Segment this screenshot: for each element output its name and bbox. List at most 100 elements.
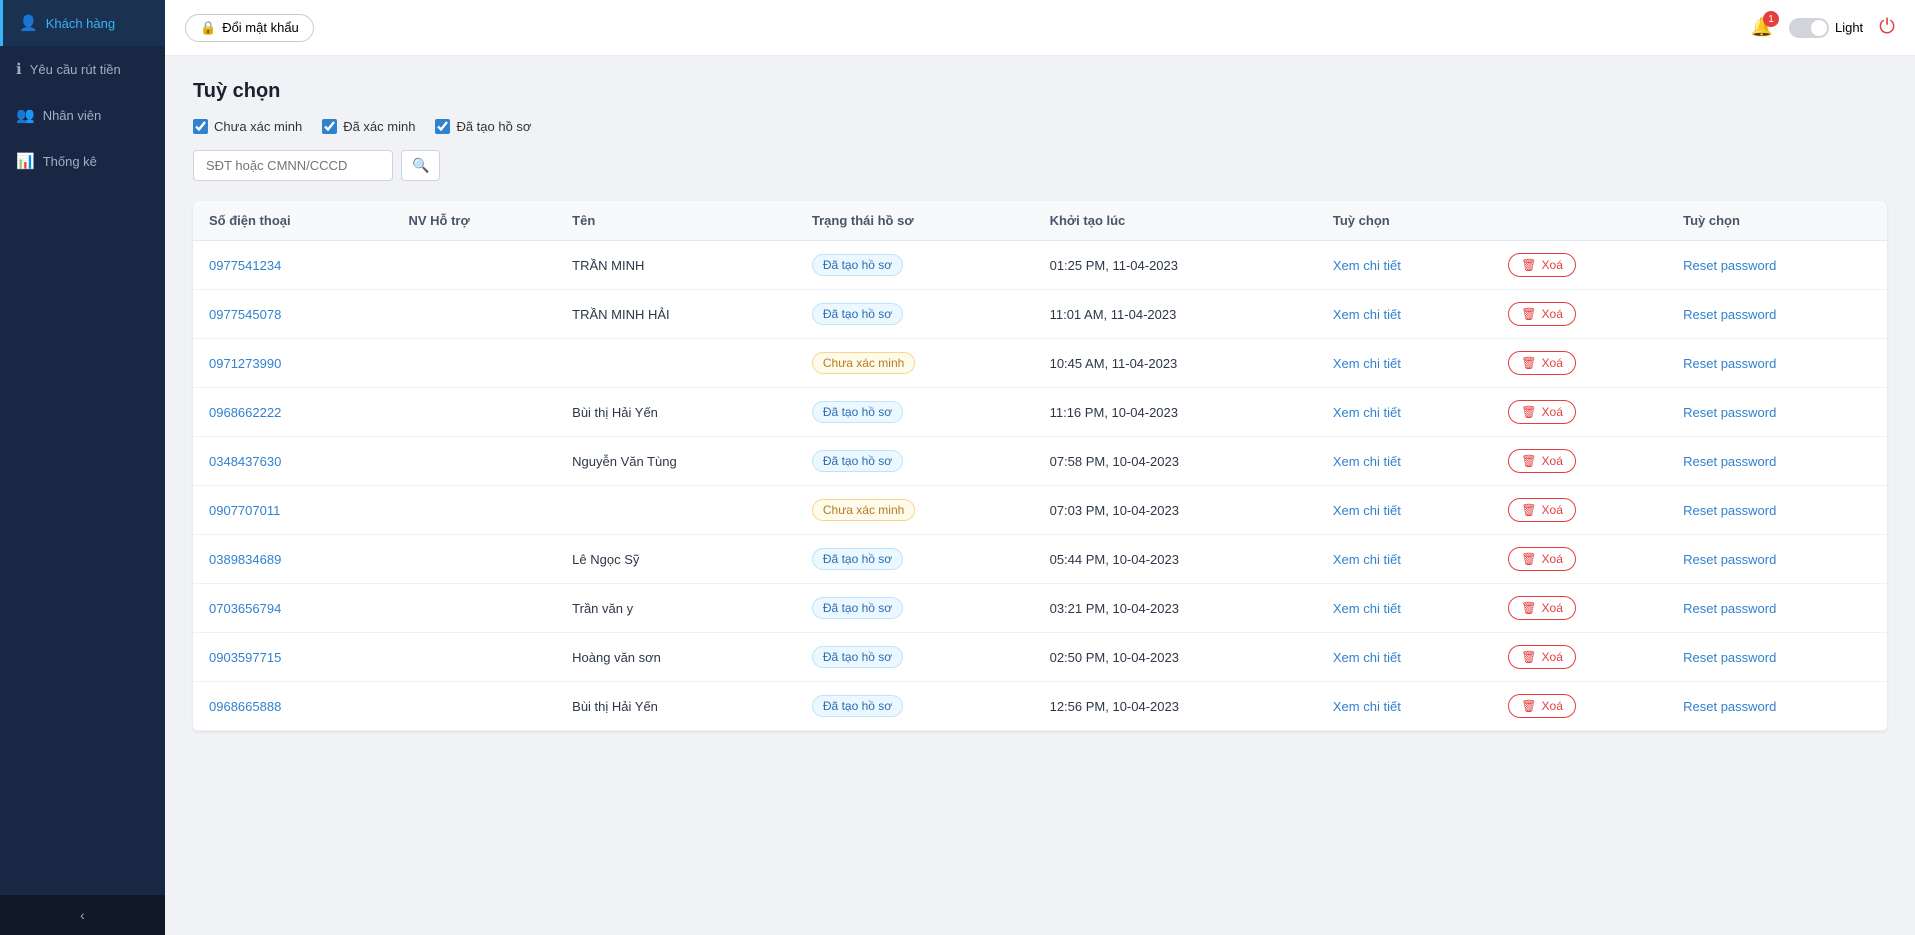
sidebar-item-thong-ke[interactable]: 📊 Thống kê (0, 138, 165, 184)
toggle-switch[interactable] (1789, 18, 1829, 38)
reset-password-link[interactable]: Reset password (1683, 552, 1776, 567)
view-detail-link[interactable]: Xem chi tiết (1333, 356, 1401, 371)
delete-cell: 🗑 Xoá (1492, 535, 1667, 584)
reset-pw-cell: Reset password (1667, 241, 1887, 290)
phone-link[interactable]: 0968665888 (209, 699, 281, 714)
view-detail-link[interactable]: Xem chi tiết (1333, 650, 1401, 665)
time-cell: 01:25 PM, 11-04-2023 (1034, 241, 1317, 290)
reset-password-link[interactable]: Reset password (1683, 454, 1776, 469)
delete-label: Xoá (1542, 307, 1563, 321)
view-detail-link[interactable]: Xem chi tiết (1333, 699, 1401, 714)
phone-link[interactable]: 0389834689 (209, 552, 281, 567)
reset-password-link[interactable]: Reset password (1683, 307, 1776, 322)
reset-password-link[interactable]: Reset password (1683, 356, 1776, 371)
reset-password-link[interactable]: Reset password (1683, 503, 1776, 518)
delete-button[interactable]: 🗑 Xoá (1508, 449, 1576, 473)
view-detail-link[interactable]: Xem chi tiết (1333, 307, 1401, 322)
phone-cell: 0971273990 (193, 339, 392, 388)
sidebar-collapse-btn[interactable]: ‹ (0, 895, 165, 935)
reset-password-link[interactable]: Reset password (1683, 699, 1776, 714)
view-detail-link[interactable]: Xem chi tiết (1333, 552, 1401, 567)
sidebar-icon-nhan-vien: 👥 (16, 106, 35, 124)
status-badge: Đã tạo hồ sơ (812, 401, 903, 423)
delete-button[interactable]: 🗑 Xoá (1508, 547, 1576, 571)
delete-cell: 🗑 Xoá (1492, 241, 1667, 290)
view-detail-link[interactable]: Xem chi tiết (1333, 454, 1401, 469)
delete-button[interactable]: 🗑 Xoá (1508, 351, 1576, 375)
sidebar-icon-thong-ke: 📊 (16, 152, 35, 170)
phone-link[interactable]: 0348437630 (209, 454, 281, 469)
search-icon: 🔍 (412, 157, 429, 173)
sidebar-item-khach-hang[interactable]: 👤 Khách hàng (0, 0, 165, 46)
filter-label-da-xac-minh: Đã xác minh (343, 119, 415, 134)
phone-link[interactable]: 0968662222 (209, 405, 281, 420)
trash-icon: 🗑 (1521, 356, 1536, 370)
status-cell: Đã tạo hồ sơ (796, 437, 1034, 486)
phone-link[interactable]: 0907707011 (209, 503, 280, 518)
topbar: 🔒 Đổi mật khẩu 🔔 1 Light ⏻ (165, 0, 1915, 56)
phone-link[interactable]: 0903597715 (209, 650, 281, 665)
delete-button[interactable]: 🗑 Xoá (1508, 596, 1576, 620)
change-pw-label: Đổi mật khẩu (222, 20, 299, 35)
name-cell: TRẦN MINH HẢI (556, 290, 796, 339)
delete-button[interactable]: 🗑 Xoá (1508, 498, 1576, 522)
filter-checkbox-da-xac-minh[interactable] (322, 119, 337, 134)
phone-cell: 0968665888 (193, 682, 392, 731)
power-icon: ⏻ (1879, 16, 1895, 38)
table-header-cell: Tuỳ chọn (1317, 201, 1492, 241)
view-detail-link[interactable]: Xem chi tiết (1333, 258, 1401, 273)
search-button[interactable]: 🔍 (401, 150, 440, 181)
view-detail-cell: Xem chi tiết (1317, 486, 1492, 535)
reset-password-link[interactable]: Reset password (1683, 258, 1776, 273)
table-row: 0977545078 TRẦN MINH HẢI Đã tạo hồ sơ 11… (193, 290, 1887, 339)
table-row: 0389834689 Lê Ngọc Sỹ Đã tạo hồ sơ 05:44… (193, 535, 1887, 584)
page-content: Tuỳ chọn Chưa xác minh Đã xác minh Đã tạ… (165, 56, 1915, 935)
reset-password-link[interactable]: Reset password (1683, 405, 1776, 420)
status-badge: Đã tạo hồ sơ (812, 646, 903, 668)
delete-button[interactable]: 🗑 Xoá (1508, 400, 1576, 424)
reset-pw-cell: Reset password (1667, 437, 1887, 486)
delete-cell: 🗑 Xoá (1492, 339, 1667, 388)
sidebar-item-nhan-vien[interactable]: 👥 Nhân viên (0, 92, 165, 138)
change-password-button[interactable]: 🔒 Đổi mật khẩu (185, 14, 314, 42)
view-detail-link[interactable]: Xem chi tiết (1333, 601, 1401, 616)
delete-button[interactable]: 🗑 Xoá (1508, 694, 1576, 718)
filter-checkbox-da-tao-ho-so[interactable] (435, 119, 450, 134)
phone-link[interactable]: 0703656794 (209, 601, 281, 616)
table-row: 0977541234 TRẦN MINH Đã tạo hồ sơ 01:25 … (193, 241, 1887, 290)
view-detail-cell: Xem chi tiết (1317, 241, 1492, 290)
notification-button[interactable]: 🔔 1 (1751, 17, 1773, 38)
phone-link[interactable]: 0977541234 (209, 258, 281, 273)
table-row: 0348437630 Nguyễn Văn Tùng Đã tạo hồ sơ … (193, 437, 1887, 486)
view-detail-cell: Xem chi tiết (1317, 584, 1492, 633)
view-detail-link[interactable]: Xem chi tiết (1333, 503, 1401, 518)
name-cell (556, 339, 796, 388)
delete-label: Xoá (1542, 601, 1563, 615)
phone-link[interactable]: 0971273990 (209, 356, 281, 371)
reset-password-link[interactable]: Reset password (1683, 601, 1776, 616)
main-content: 🔒 Đổi mật khẩu 🔔 1 Light ⏻ Tuỳ chọn Chưa… (165, 0, 1915, 935)
delete-button[interactable]: 🗑 Xoá (1508, 302, 1576, 326)
name-cell: Bùi thị Hải Yến (556, 388, 796, 437)
theme-toggle[interactable]: Light (1789, 18, 1863, 38)
filter-checkbox-chua-xac-minh[interactable] (193, 119, 208, 134)
table-row: 0903597715 Hoàng văn sơn Đã tạo hồ sơ 02… (193, 633, 1887, 682)
view-detail-link[interactable]: Xem chi tiết (1333, 405, 1401, 420)
phone-cell: 0389834689 (193, 535, 392, 584)
phone-link[interactable]: 0977545078 (209, 307, 281, 322)
filter-da-tao-ho-so[interactable]: Đã tạo hồ sơ (435, 119, 531, 134)
delete-button[interactable]: 🗑 Xoá (1508, 253, 1576, 277)
lock-icon: 🔒 (200, 20, 216, 36)
delete-button[interactable]: 🗑 Xoá (1508, 645, 1576, 669)
filter-da-xac-minh[interactable]: Đã xác minh (322, 119, 415, 134)
reset-password-link[interactable]: Reset password (1683, 650, 1776, 665)
filter-chua-xac-minh[interactable]: Chưa xác minh (193, 119, 302, 134)
power-button[interactable]: ⏻ (1879, 16, 1895, 39)
sidebar-item-yeu-cau-rut-tien[interactable]: ℹ Yêu cầu rút tiền (0, 46, 165, 92)
status-badge: Đã tạo hồ sơ (812, 597, 903, 619)
table-header-cell: Trạng thái hồ sơ (796, 201, 1034, 241)
phone-cell: 0903597715 (193, 633, 392, 682)
view-detail-cell: Xem chi tiết (1317, 535, 1492, 584)
search-input[interactable] (193, 150, 393, 181)
name-cell: Hoàng văn sơn (556, 633, 796, 682)
